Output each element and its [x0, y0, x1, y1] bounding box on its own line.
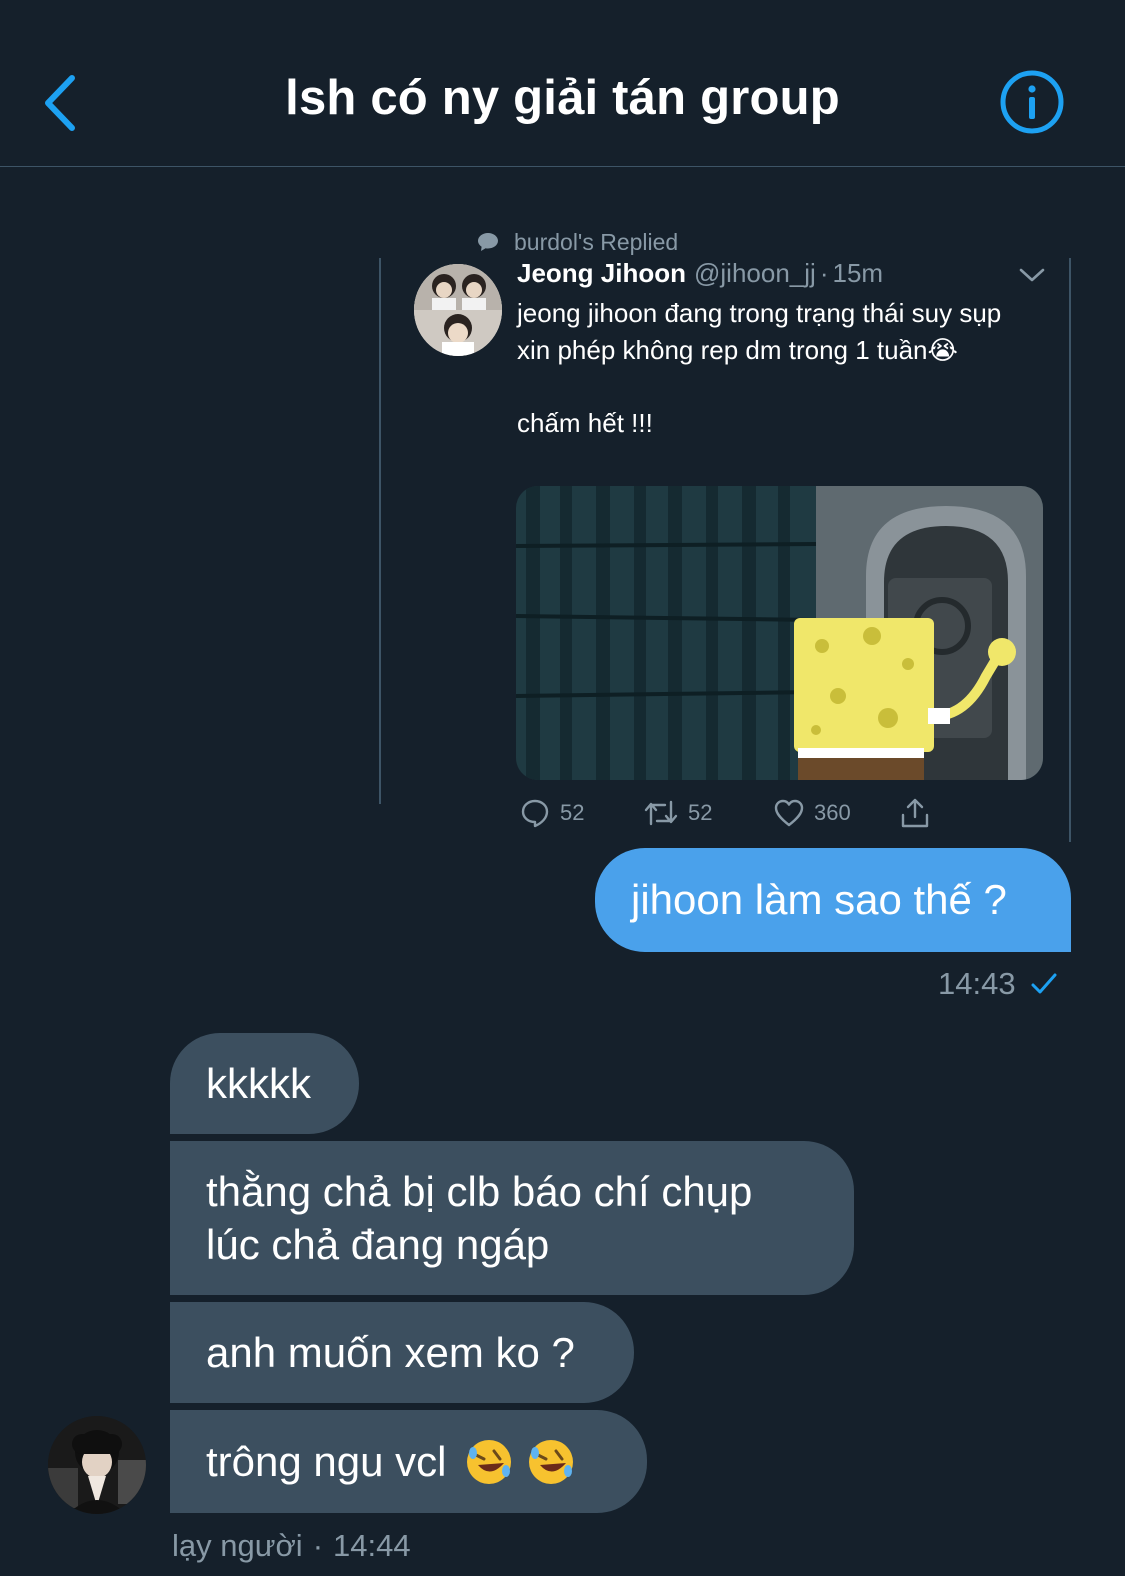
received-message-text: kkkkk [206, 1060, 311, 1107]
tweet-menu-button[interactable] [1018, 264, 1046, 286]
meta-separator: · [312, 1528, 324, 1563]
tweet-media-image[interactable] [516, 486, 1043, 780]
received-message-text: thằng chả bị clb báo chí chụp lúc chả đa… [206, 1168, 753, 1268]
tweet-header: Jeong Jihoon @jihoon_jj · 15m [517, 258, 1057, 294]
received-message-bubble[interactable]: thằng chả bị clb báo chí chụp lúc chả đa… [170, 1141, 854, 1295]
quote-divider-right [1069, 258, 1071, 842]
reply-context-label: burdol's Replied [514, 228, 679, 255]
received-message-bubble[interactable]: anh muốn xem ko ? [170, 1302, 634, 1403]
tweet-actions: 52 52 360 [516, 794, 946, 832]
checkmark-icon [1031, 973, 1057, 994]
quote-divider-left [379, 258, 381, 804]
reply-action[interactable]: 52 [520, 794, 584, 832]
tweet-author-handle[interactable]: @jihoon_jj [694, 258, 816, 289]
tweet-text: jeong jihoon đang trong trạng thái suy s… [517, 295, 1037, 441]
like-action[interactable]: 360 [774, 794, 851, 832]
sent-message-time: 14:43 [938, 966, 1016, 1001]
rolling-laughing-emoji-icon [467, 1439, 512, 1484]
speech-bubble-icon [478, 233, 498, 251]
sender-avatar[interactable] [48, 1416, 146, 1514]
received-message-bubble[interactable]: trông ngu vcl [170, 1410, 647, 1513]
tweet-text-line [517, 368, 1037, 405]
received-message-time: 14:44 [333, 1528, 411, 1563]
sent-message-meta: 14:43 [938, 964, 1058, 1004]
share-icon [901, 798, 929, 828]
received-message-text: trông ngu vcl [206, 1438, 447, 1485]
sender-name: lạy người [172, 1528, 303, 1563]
received-message-text: anh muốn xem ko ? [206, 1329, 575, 1376]
tweet-text-line: chấm hết !!! [517, 407, 653, 438]
conversation-title: lsh có ny giải tán group [285, 71, 840, 125]
received-message-meta: lạy người · 14:44 [172, 1528, 411, 1564]
share-action[interactable] [900, 794, 930, 832]
rolling-laughing-emoji-icon [529, 1439, 574, 1484]
chevron-down-icon [1019, 268, 1045, 282]
tweet-text-line: jeong jihoon đang trong trạng thái suy s… [517, 298, 1002, 328]
info-button[interactable] [1000, 70, 1064, 134]
tweet-text-line: xin phép không rep dm trong 1 tuần😭 [517, 334, 958, 365]
conversation-header: lsh có ny giải tán group [0, 0, 1125, 167]
heart-icon [774, 799, 804, 827]
retweet-action[interactable]: 52 [644, 794, 712, 832]
tweet-author-name[interactable]: Jeong Jihoon [517, 258, 686, 289]
tweet-author-avatar[interactable] [414, 264, 502, 356]
received-message-bubble[interactable]: kkkkk [170, 1033, 359, 1134]
reply-icon [521, 799, 549, 828]
tweet-timestamp: 15m [832, 258, 884, 288]
retweet-count: 52 [688, 800, 713, 825]
reply-context: burdol's Replied [476, 226, 678, 258]
retweet-icon [644, 800, 678, 826]
sent-message-bubble[interactable]: jihoon làm sao thế ? [595, 848, 1071, 952]
sent-message-text: jihoon làm sao thế ? [631, 876, 1007, 923]
like-count: 360 [814, 800, 851, 825]
reply-count: 52 [560, 800, 585, 825]
info-circle-icon [1000, 70, 1064, 134]
tweet-separator: · [819, 258, 829, 288]
